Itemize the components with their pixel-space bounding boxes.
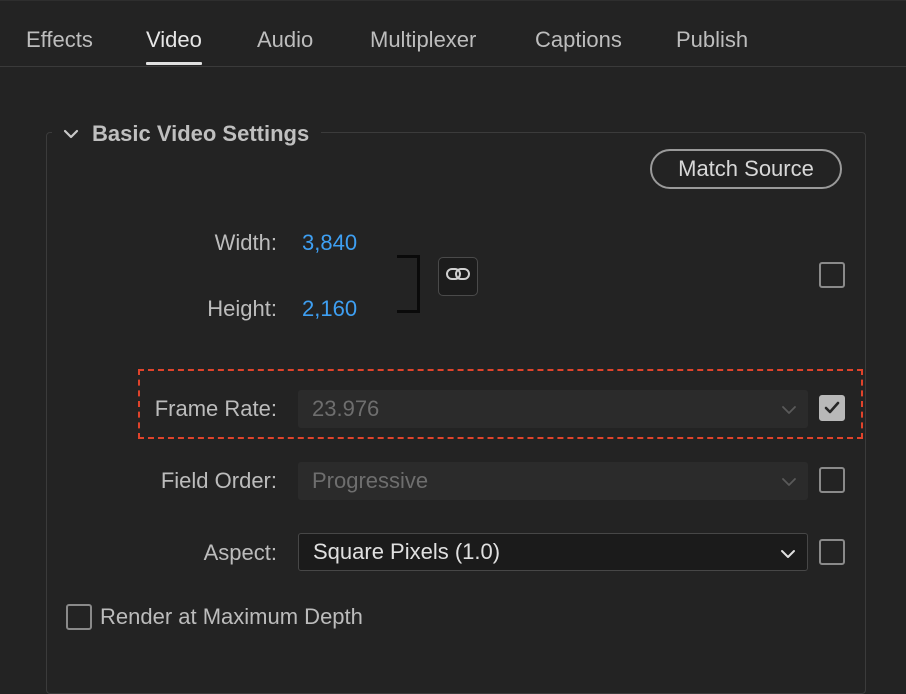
render-max-depth-label: Render at Maximum Depth: [100, 604, 363, 629]
field-order-dropdown[interactable]: Progressive: [298, 462, 808, 500]
tab-video[interactable]: Video: [146, 27, 202, 65]
section-header[interactable]: Basic Video Settings: [52, 117, 322, 151]
checkmark-icon: [822, 398, 842, 418]
tab-captions[interactable]: Captions: [535, 27, 622, 53]
aspect-override-checkbox[interactable]: [819, 539, 845, 565]
dimensions-override-checkbox[interactable]: [819, 262, 845, 288]
constrain-bracket: [397, 255, 420, 313]
section-title: Basic Video Settings: [92, 121, 310, 146]
field-order-label: Field Order:: [160, 468, 277, 493]
constrain-proportions-button[interactable]: [438, 257, 478, 296]
field-order-value: Progressive: [312, 468, 429, 493]
aspect-dropdown[interactable]: Square Pixels (1.0): [298, 533, 808, 571]
frame-rate-dropdown[interactable]: 23.976: [298, 390, 808, 428]
tab-audio[interactable]: Audio: [257, 27, 313, 53]
tab-bar: Effects Video Audio Multiplexer Captions…: [0, 0, 906, 67]
chevron-down-icon: [780, 471, 798, 489]
match-source-button[interactable]: Match Source: [650, 149, 842, 189]
width-value[interactable]: 3,840: [302, 230, 357, 256]
chevron-down-icon: [779, 543, 797, 561]
render-max-depth-checkbox[interactable]: [66, 604, 92, 630]
frame-rate-value: 23.976: [312, 396, 380, 421]
field-order-override-checkbox[interactable]: [819, 467, 845, 493]
width-label: Width:: [214, 230, 277, 255]
tab-effects[interactable]: Effects: [26, 27, 93, 53]
frame-rate-label: Frame Rate:: [154, 396, 277, 421]
aspect-value: Square Pixels (1.0): [313, 539, 501, 564]
render-max-depth-row[interactable]: Render at Maximum Depth: [66, 604, 363, 630]
aspect-label: Aspect:: [203, 540, 277, 565]
frame-rate-override-checkbox[interactable]: [819, 395, 845, 421]
tab-multiplexer[interactable]: Multiplexer: [370, 27, 476, 53]
chevron-down-icon[interactable]: [60, 123, 82, 145]
chevron-down-icon: [780, 399, 798, 417]
height-value[interactable]: 2,160: [302, 296, 357, 322]
tab-publish[interactable]: Publish: [676, 27, 748, 53]
height-label: Height:: [207, 296, 277, 321]
chain-link-icon: [445, 266, 471, 287]
